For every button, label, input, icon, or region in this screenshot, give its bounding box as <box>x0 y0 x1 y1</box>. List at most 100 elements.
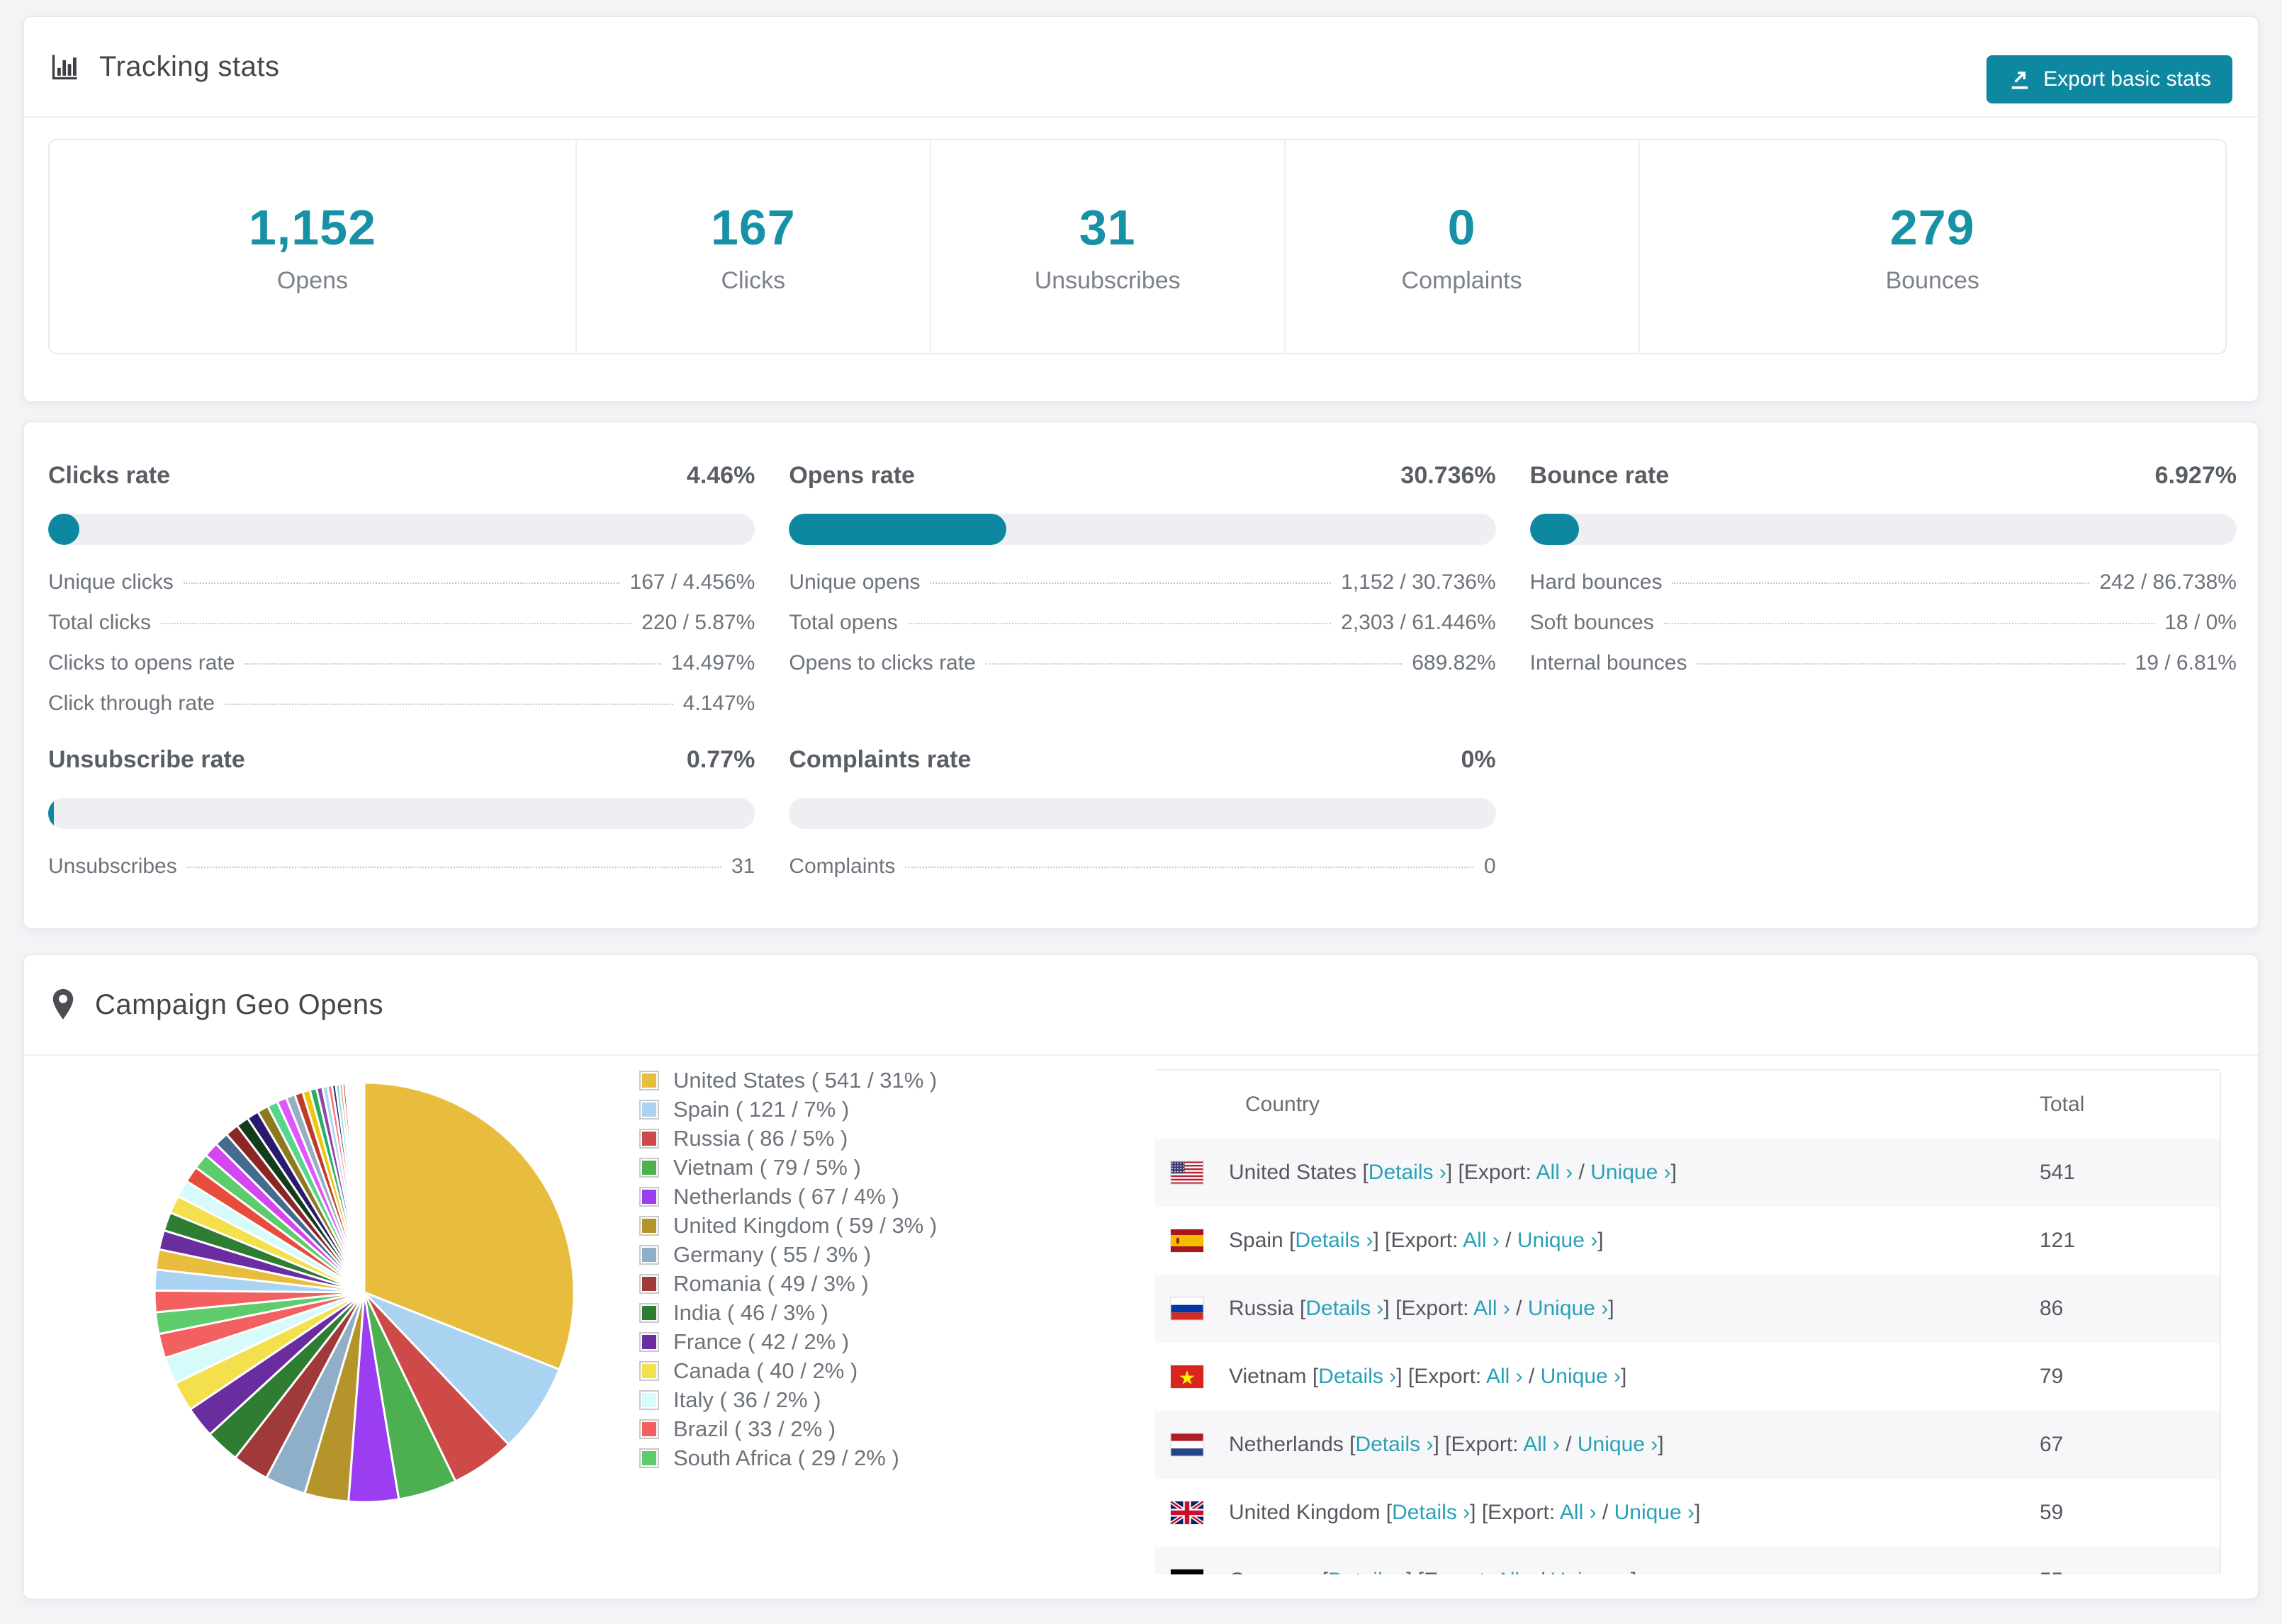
rate-progress-bar <box>48 798 755 829</box>
rate-stat-label: Internal bounces <box>1529 651 1687 675</box>
total-cell: 86 <box>2040 1297 2064 1320</box>
export-all-link[interactable]: All › <box>1523 1433 1560 1456</box>
export-unique-link[interactable]: Unique › <box>1517 1229 1597 1252</box>
rate-stat-label: Unsubscribes <box>48 855 177 878</box>
total-column-header: Total <box>2040 1093 2085 1116</box>
rate-block-complaints-rate: Complaints rate 0% Complaints 0 <box>789 746 1496 895</box>
rate-stat-row: Unsubscribes 31 <box>48 855 755 895</box>
total-cell: 59 <box>2040 1501 2064 1524</box>
country-name: United States <box>1229 1161 1357 1184</box>
details-link[interactable]: Details › <box>1392 1501 1470 1524</box>
stat-value: 0 <box>1447 199 1476 255</box>
stat-label: Opens <box>276 266 349 294</box>
rate-stat-value: 167 / 4.456% <box>629 570 755 594</box>
legend-label: United States ( 541 / 31% ) <box>673 1067 938 1093</box>
rate-progress-fill <box>1529 514 1579 545</box>
country-name: Russia <box>1229 1297 1294 1320</box>
bar-chart-icon <box>50 51 81 82</box>
rate-stat-row: Unique clicks 167 / 4.456% <box>48 570 755 611</box>
stat-value: 1,152 <box>248 199 376 255</box>
export-all-link[interactable]: All › <box>1560 1501 1597 1524</box>
rate-percent: 30.736% <box>1400 462 1496 489</box>
legend-item: Canada ( 40 / 2% ) <box>639 1356 937 1385</box>
export-unique-link[interactable]: Unique › <box>1578 1433 1658 1456</box>
rate-stat-label: Total clicks <box>48 611 152 634</box>
geo-opens-pie-chart[interactable] <box>130 1059 598 1526</box>
geo-table-row-gb: United Kingdom [Details ›] [Export: All … <box>1155 1479 2220 1547</box>
export-unique-link[interactable]: Unique › <box>1614 1501 1694 1524</box>
export-all-link[interactable]: All › <box>1536 1161 1573 1184</box>
export-icon <box>2008 67 2032 91</box>
rate-stat-label: Hard bounces <box>1529 570 1663 594</box>
details-link[interactable]: Details › <box>1318 1365 1396 1388</box>
legend-swatch <box>639 1448 659 1468</box>
tracking-stats-header: Tracking stats Export basic stats <box>24 17 2258 118</box>
legend-label: India ( 46 / 3% ) <box>673 1299 828 1325</box>
dotted-leader <box>985 663 1403 665</box>
rate-stat-label: Unique clicks <box>48 570 174 594</box>
rate-block-clicks-rate: Clicks rate 4.46% Unique clicks 167 / 4.456… <box>48 462 755 732</box>
legend-swatch <box>639 1128 659 1149</box>
rate-progress-fill <box>789 514 1006 545</box>
stat-label: Unsubscribes <box>1034 266 1181 294</box>
export-all-link[interactable]: All › <box>1473 1297 1510 1320</box>
rate-stat-row: Internal bounces 19 / 6.81% <box>1530 651 2237 692</box>
rate-stat-label: Unique opens <box>789 570 921 594</box>
legend-label: Germany ( 55 / 3% ) <box>673 1241 872 1267</box>
legend-label: United Kingdom ( 59 / 3% ) <box>673 1212 938 1238</box>
rate-stat-row: Unique opens 1,152 / 30.736% <box>789 570 1495 611</box>
legend-label: Netherlands ( 67 / 4% ) <box>673 1183 899 1209</box>
dotted-leader <box>1697 663 2125 665</box>
geo-opens-body: United States ( 541 / 31% ) Spain ( 121 /… <box>24 1056 2258 1598</box>
total-cell: 67 <box>2040 1433 2064 1456</box>
details-link[interactable]: Details › <box>1305 1297 1383 1320</box>
es-flag-icon <box>1171 1229 1203 1252</box>
legend-item: Russia ( 86 / 5% ) <box>639 1124 937 1153</box>
export-unique-link[interactable]: Unique › <box>1541 1365 1621 1388</box>
total-cell: 121 <box>2040 1229 2076 1252</box>
rates-card: Clicks rate 4.46% Unique clicks 167 / 4.456… <box>23 421 2259 930</box>
details-link[interactable]: Details › <box>1295 1229 1373 1252</box>
legend-swatch <box>639 1419 659 1439</box>
export-all-link[interactable]: All › <box>1463 1229 1500 1252</box>
rate-rows: Unique clicks 167 / 4.456% Total clicks 220… <box>48 570 755 732</box>
rate-head: Clicks rate 4.46% <box>48 462 755 490</box>
legend-label: Brazil ( 33 / 2% ) <box>673 1416 836 1441</box>
vn-flag-icon <box>1171 1365 1203 1388</box>
rate-stat-label: Opens to clicks rate <box>789 651 976 675</box>
nl-flag-icon <box>1171 1433 1203 1456</box>
rate-block-unsubscribe-rate: Unsubscribe rate 0.77% Unsubscribes 31 <box>48 746 755 895</box>
details-link[interactable]: Details › <box>1355 1433 1433 1456</box>
rate-rows: Hard bounces 242 / 86.738% Soft bounces 18 … <box>1530 570 2237 692</box>
legend-label: Canada ( 40 / 2% ) <box>673 1358 858 1383</box>
legend-swatch <box>639 1099 659 1120</box>
legend-swatch <box>639 1157 659 1178</box>
details-link[interactable]: Details › <box>1368 1161 1446 1184</box>
stat-label: Bounces <box>1885 266 1979 294</box>
rate-head: Unsubscribe rate 0.77% <box>48 746 755 774</box>
rate-block-opens-rate: Opens rate 30.736% Unique opens 1,152 / 30.… <box>789 462 1496 732</box>
rate-stat-row: Hard bounces 242 / 86.738% <box>1530 570 2237 611</box>
rate-stat-value: 242 / 86.738% <box>2099 570 2237 594</box>
rate-stat-label: Complaints <box>789 855 896 878</box>
export-unique-link[interactable]: Unique › <box>1528 1297 1608 1320</box>
export-unique-link[interactable]: Unique › <box>1590 1161 1670 1184</box>
rate-progress-fill <box>48 798 54 829</box>
country-cell: Vietnam [Details ›] [Export: All › / Uni… <box>1229 1365 1627 1388</box>
country-name: Netherlands <box>1229 1433 1344 1456</box>
rate-stat-value: 19 / 6.81% <box>2135 651 2237 675</box>
rate-stat-label: Total opens <box>789 611 898 634</box>
legend-item: United States ( 541 / 31% ) <box>639 1066 937 1095</box>
dotted-leader <box>161 623 632 624</box>
dotted-leader <box>244 663 661 665</box>
stat-label: Clicks <box>721 266 786 294</box>
legend-swatch <box>639 1215 659 1236</box>
rate-progress-bar <box>1529 514 2237 545</box>
stat-label: Complaints <box>1401 266 1522 294</box>
export-basic-stats-button[interactable]: Export basic stats <box>1986 55 2232 103</box>
export-all-link[interactable]: All › <box>1486 1365 1523 1388</box>
legend-item: Netherlands ( 67 / 4% ) <box>639 1182 937 1211</box>
rate-rows: Unsubscribes 31 <box>48 855 755 895</box>
rate-title: Clicks rate <box>48 462 170 489</box>
country-cell: United States [Details ›] [Export: All ›… <box>1229 1161 1677 1184</box>
